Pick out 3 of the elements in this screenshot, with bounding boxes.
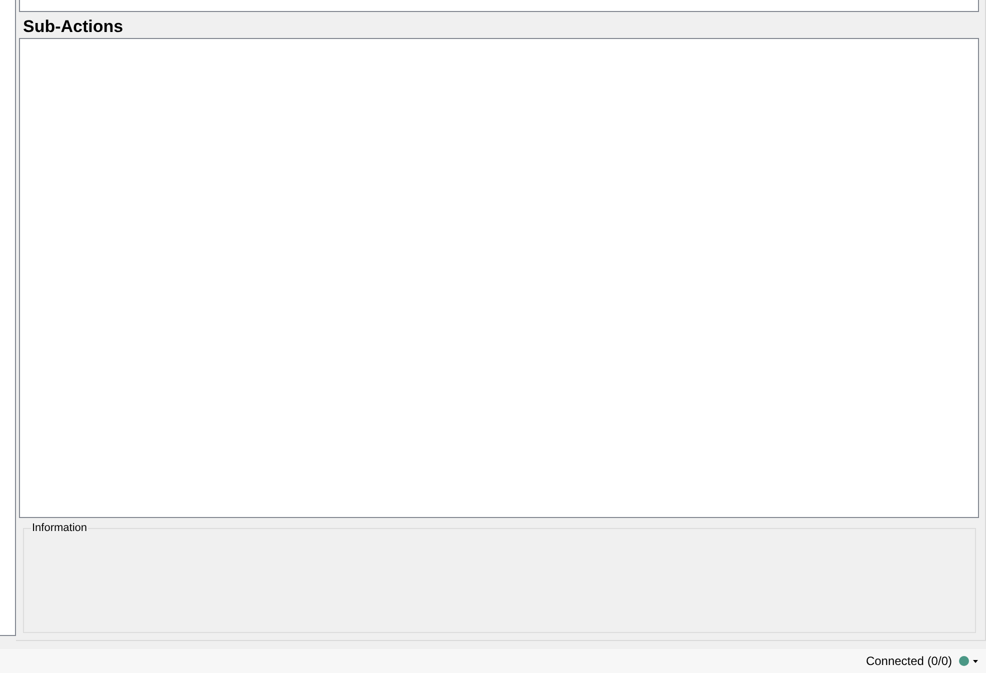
connection-status: Connected (0/0)	[866, 653, 952, 670]
section-heading: Sub-Actions	[23, 16, 124, 38]
caret-icon[interactable]	[973, 660, 978, 662]
